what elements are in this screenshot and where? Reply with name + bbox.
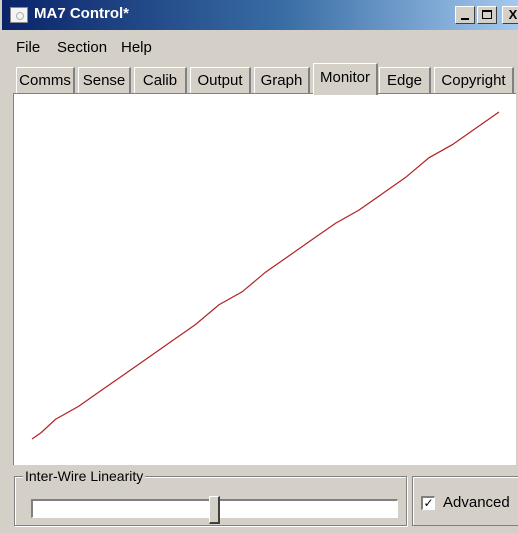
menu-section[interactable]: Section [57, 39, 107, 56]
menu-file[interactable]: File [16, 39, 40, 56]
tab-graph[interactable]: Graph [254, 67, 310, 94]
menu-help[interactable]: Help [121, 39, 152, 56]
linearity-plot [31, 111, 500, 440]
advanced-label[interactable]: Advanced [443, 494, 510, 511]
app-icon[interactable] [10, 7, 28, 23]
check-mark-icon: ✓ [423, 496, 434, 510]
tab-copyright[interactable]: Copyright [434, 67, 514, 94]
maximize-button[interactable] [477, 6, 497, 24]
minimize-button[interactable] [455, 6, 475, 24]
advanced-checkbox[interactable]: ✓ [421, 496, 435, 510]
maximize-icon [482, 10, 492, 19]
minimize-icon [461, 18, 469, 20]
tab-sense[interactable]: Sense [78, 67, 131, 94]
tab-edge[interactable]: Edge [379, 67, 431, 94]
close-button[interactable]: X [502, 6, 518, 24]
window-title: MA7 Control* [34, 5, 129, 22]
tab-monitor[interactable]: Monitor [313, 63, 378, 95]
tab-strip: Comms Sense Calib Output Graph Monitor E… [2, 62, 518, 95]
app-window: MA7 Control* X File Section Help Comms S… [0, 0, 518, 533]
title-bar[interactable]: MA7 Control* X [2, 0, 518, 30]
close-icon: X [508, 7, 518, 22]
tab-comms[interactable]: Comms [16, 67, 75, 94]
inter-wire-linearity-group: Inter-Wire Linearity [14, 468, 407, 526]
advanced-group: ✓ Advanced [412, 476, 518, 526]
series-line [31, 111, 500, 440]
monitor-panel [13, 93, 516, 465]
linearity-slider-thumb[interactable] [209, 496, 220, 524]
group-label: Inter-Wire Linearity [23, 468, 146, 484]
tab-calib[interactable]: Calib [134, 67, 187, 94]
tab-output[interactable]: Output [190, 67, 251, 94]
menu-bar: File Section Help [2, 30, 518, 62]
bottom-controls: Inter-Wire Linearity ✓ Advanced [2, 465, 518, 533]
